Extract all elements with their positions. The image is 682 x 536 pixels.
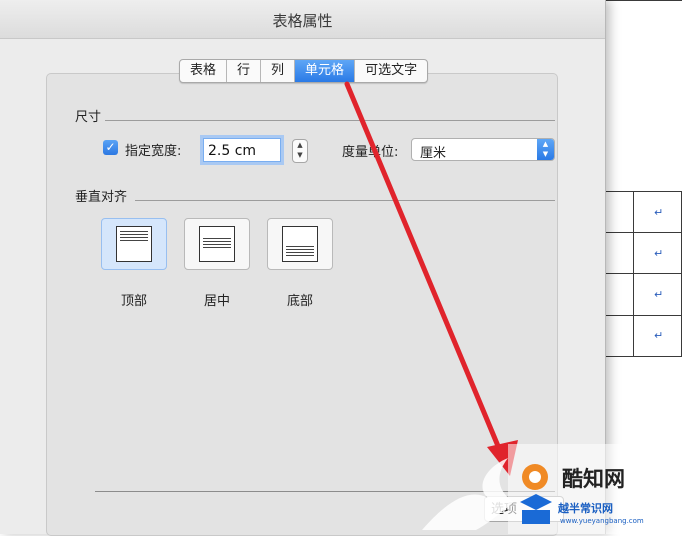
watermark-brand-bottom: 越半常识网: [558, 502, 613, 515]
watermark-brand-top: 酷知网: [562, 467, 625, 491]
arrow-shaft: [344, 81, 506, 461]
watermark-url: www.yueyangbang.com: [560, 517, 644, 525]
